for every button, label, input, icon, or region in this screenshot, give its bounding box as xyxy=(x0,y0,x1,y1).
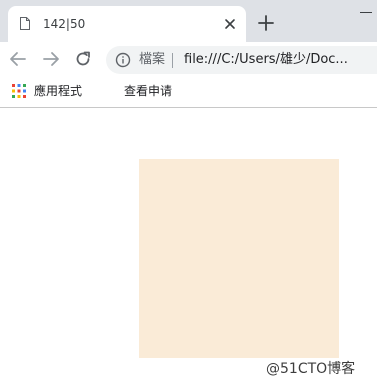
apps-grid-icon[interactable] xyxy=(12,84,26,98)
toolbar: 檔案 file:///C:/Users/雄少/Doc... xyxy=(0,42,377,76)
page-content: @51CTO博客 xyxy=(0,108,377,389)
minimize-window-icon[interactable] xyxy=(360,12,372,13)
active-tab[interactable]: 142|50 xyxy=(8,6,246,42)
tab-title: 142|50 xyxy=(43,17,86,31)
colored-box xyxy=(139,159,339,358)
url-text[interactable]: file:///C:/Users/雄少/Doc... xyxy=(184,52,348,68)
watermark-text: @51CTO博客 xyxy=(266,361,356,377)
site-info-label: 檔案 xyxy=(139,52,166,67)
new-tab-icon[interactable] xyxy=(257,14,275,32)
bookmarks-bar: 應用程式 查看申请 xyxy=(0,76,377,108)
tab-strip: 142|50 xyxy=(0,0,377,42)
document-icon xyxy=(20,17,30,30)
forward-arrow-icon[interactable] xyxy=(42,50,60,68)
address-bar[interactable]: 檔案 file:///C:/Users/雄少/Doc... xyxy=(106,46,377,74)
close-tab-icon[interactable] xyxy=(222,16,238,32)
back-arrow-icon[interactable] xyxy=(9,50,27,68)
browser-window: 142|50 檔案 file:///C:/Users/雄少/Doc... 應用程… xyxy=(0,0,377,389)
bookmark-item[interactable]: 查看申请 xyxy=(124,84,172,98)
apps-bookmark[interactable]: 應用程式 xyxy=(34,84,82,98)
info-icon[interactable] xyxy=(115,52,131,68)
address-separator xyxy=(172,53,173,68)
reload-icon[interactable] xyxy=(74,50,92,68)
